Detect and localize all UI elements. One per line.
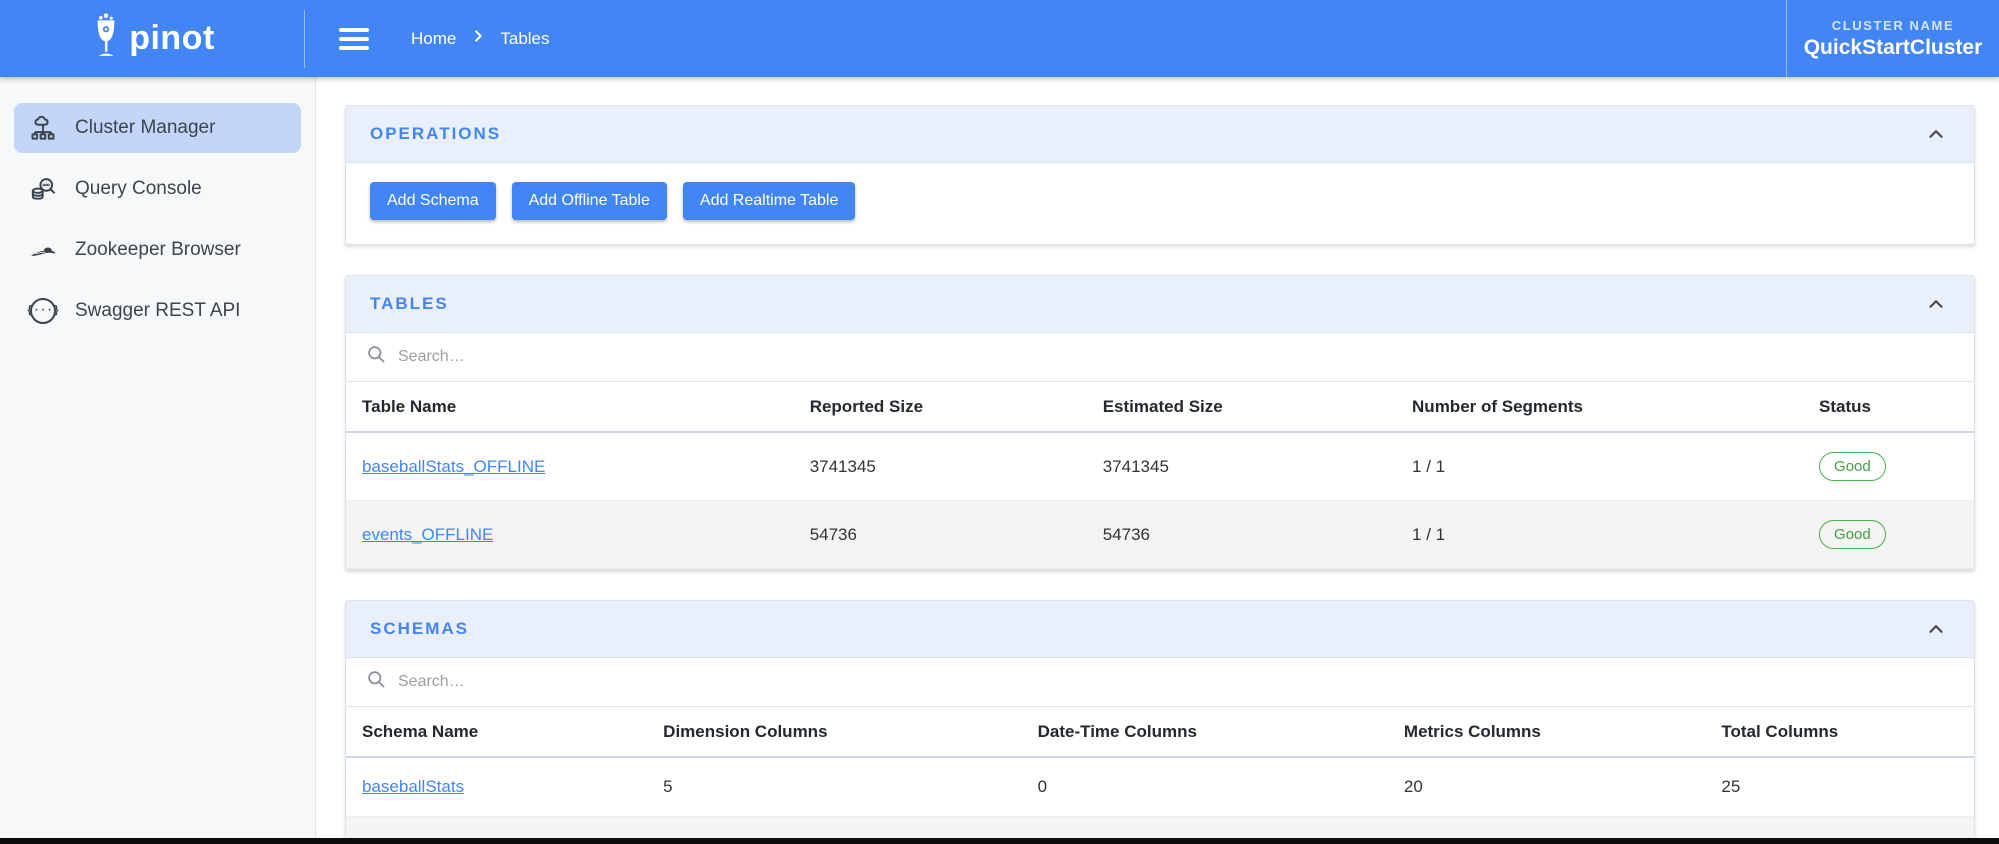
pinot-logo[interactable]: pinot [0, 0, 304, 77]
top-bar: pinot Home Tables CLUSTER NAME QuickStar… [0, 0, 1999, 77]
operations-card: OPERATIONS Add Schema Add Offline Table … [345, 105, 1975, 245]
chevron-right-icon [470, 28, 486, 49]
sidebar-item-zookeeper-browser[interactable]: Zookeeper Browser [14, 225, 301, 275]
bottom-edge-bar [0, 838, 1999, 844]
search-icon [366, 669, 387, 695]
estimated-size-cell: 3741345 [1102, 456, 1169, 476]
column-header: Date-Time Columns [1021, 707, 1388, 758]
tables-header: TABLES [346, 276, 1974, 333]
header-divider [304, 9, 305, 68]
tables-table: Table Name Reported Size Estimated Size … [346, 382, 1974, 569]
cluster-name-label: CLUSTER NAME [1831, 17, 1955, 33]
sidebar-item-label: Query Console [75, 178, 202, 199]
tables-card: TABLES Table Name Reported Size Estimate [345, 275, 1975, 570]
column-header: Total Columns [1705, 707, 1974, 758]
tables-search-input[interactable] [398, 348, 1954, 366]
column-header: Metrics Columns [1387, 707, 1706, 758]
tables-search-row [346, 333, 1974, 382]
breadcrumb-tables[interactable]: Tables [500, 29, 549, 49]
total-columns-cell: 25 [1721, 777, 1741, 796]
column-header: Estimated Size [1086, 382, 1397, 433]
schemas-header: SCHEMAS [346, 601, 1974, 658]
logo-text: pinot [129, 19, 215, 57]
estimated-size-cell: 54736 [1102, 524, 1150, 544]
datetime-columns-cell: 0 [1037, 777, 1048, 796]
operations-title: OPERATIONS [370, 124, 502, 143]
operations-body: Add Schema Add Offline Table Add Realtim… [346, 163, 1974, 244]
metrics-columns-cell: 20 [1403, 777, 1423, 796]
column-header: Reported Size [793, 382, 1087, 433]
reported-size-cell: 54736 [809, 524, 857, 544]
sidebar-item-swagger-rest-api[interactable]: {···} Swagger REST API [14, 286, 301, 336]
table-row: events_OFFLINE 54736 54736 1 / 1 Good [346, 500, 1974, 569]
segments-cell: 1 / 1 [1412, 456, 1446, 476]
dimension-columns-cell: 3 [647, 817, 1021, 838]
table-link-baseballStats-OFFLINE[interactable]: baseballStats_OFFLINE [362, 457, 545, 476]
sidebar-item-cluster-manager[interactable]: Cluster Manager [14, 103, 301, 153]
metrics-columns-cell: 0 [1388, 817, 1705, 838]
search-icon [366, 344, 387, 370]
breadcrumb-home[interactable]: Home [411, 29, 456, 49]
schemas-title: SCHEMAS [370, 619, 470, 638]
menu-hamburger-icon[interactable] [339, 27, 369, 50]
query-database-search-icon [28, 174, 58, 204]
dimension-columns-cell: 5 [663, 777, 673, 796]
schemas-card: SCHEMAS Schema Name Dimension Columns Da [345, 600, 1975, 838]
datetime-columns-cell: 1 [1022, 817, 1388, 838]
schemas-table: Schema Name Dimension Columns Date-Time … [346, 707, 1974, 838]
segments-cell: 1 / 1 [1412, 524, 1446, 544]
zookeeper-hat-icon [28, 235, 58, 265]
operations-header: OPERATIONS [346, 106, 1974, 163]
table-row: baseballStats_OFFLINE 3741345 3741345 1 … [346, 432, 1974, 501]
wine-glass-icon [89, 13, 123, 64]
status-badge: Good [1819, 520, 1886, 549]
sidebar-item-label: Swagger REST API [75, 300, 241, 321]
cluster-info: CLUSTER NAME QuickStartCluster [1787, 8, 1999, 70]
sidebar: Cluster Manager Query Console Zookeeper … [0, 77, 316, 838]
collapse-chevron-icon[interactable] [1922, 120, 1950, 148]
column-header: Number of Segments [1396, 382, 1804, 433]
add-realtime-table-button[interactable]: Add Realtime Table [682, 182, 856, 220]
column-header: Schema Name [346, 707, 648, 758]
total-columns-cell: 4 [1705, 817, 1974, 838]
sidebar-item-label: Cluster Manager [75, 117, 216, 138]
schema-row: baseballStats 5 0 20 25 [346, 757, 1974, 817]
column-header: Dimension Columns [647, 707, 1022, 758]
schemas-search-row [346, 658, 1974, 707]
add-schema-button[interactable]: Add Schema [370, 182, 496, 220]
schema-link-baseballStats[interactable]: baseballStats [362, 777, 464, 796]
sidebar-item-query-console[interactable]: Query Console [14, 164, 301, 214]
status-badge: Good [1819, 452, 1886, 481]
column-header: Status [1803, 382, 1974, 433]
tables-header-row: Table Name Reported Size Estimated Size … [346, 382, 1974, 433]
column-header: Table Name [346, 382, 794, 433]
sidebar-item-label: Zookeeper Browser [75, 239, 241, 260]
breadcrumb: Home Tables [411, 28, 550, 49]
main-content: OPERATIONS Add Schema Add Offline Table … [316, 77, 1999, 838]
swagger-braces-icon: {···} [27, 296, 60, 326]
tables-title: TABLES [370, 294, 449, 313]
collapse-chevron-icon[interactable] [1922, 615, 1950, 643]
cluster-hierarchy-icon [28, 113, 58, 143]
schemas-header-row: Schema Name Dimension Columns Date-Time … [346, 707, 1974, 758]
collapse-chevron-icon[interactable] [1922, 290, 1950, 318]
schema-row: events 3 1 0 4 [346, 816, 1974, 838]
cluster-name-value: QuickStartCluster [1803, 35, 1983, 59]
table-link-events-OFFLINE[interactable]: events_OFFLINE [362, 525, 493, 544]
reported-size-cell: 3741345 [809, 456, 876, 476]
schemas-search-input[interactable] [398, 673, 1954, 691]
add-offline-table-button[interactable]: Add Offline Table [511, 182, 667, 220]
